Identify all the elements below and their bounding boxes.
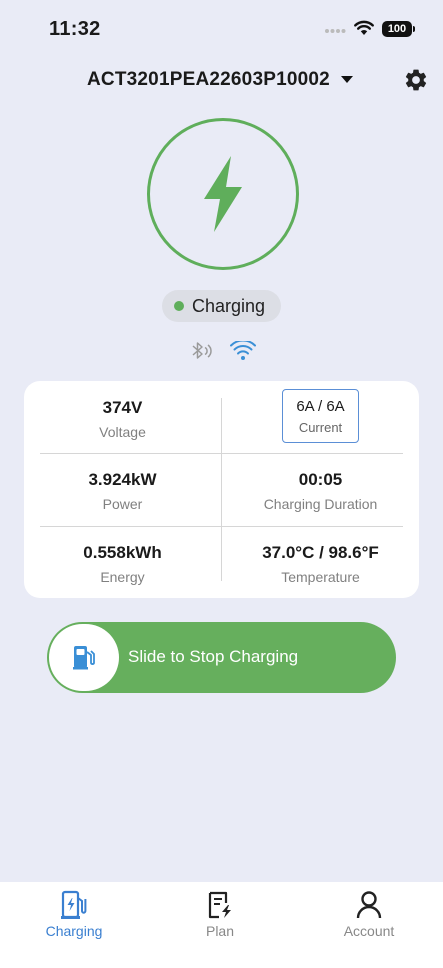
power-metric: 3.924kW Power [24,470,221,512]
power-label: Power [102,496,143,512]
status-bar: 11:32 100 [0,0,443,60]
fuel-pump-icon [73,646,95,670]
tab-charging[interactable]: Charging [19,882,129,939]
energy-metric: 0.558kWh Energy [24,543,221,585]
voltage-label: Voltage [99,424,146,440]
current-label: Current [298,420,343,435]
duration-value: 00:05 [298,470,343,489]
wifi-icon [354,20,374,35]
account-icon [356,891,382,919]
stop-charging-slider[interactable]: Slide to Stop Charging [47,622,396,693]
tab-charging-label: Charging [45,923,103,939]
charging-status-badge: Charging [162,290,281,322]
charging-indicator-ring [147,118,299,270]
device-name: ACT3201PEA22603P10002 [87,69,330,90]
duration-label: Charging Duration [263,496,378,512]
tab-account[interactable]: Account [314,882,424,939]
energy-label: Energy [100,569,145,585]
charging-status-label: Charging [192,296,266,316]
slider-label: Slide to Stop Charging [128,647,299,666]
bluetooth-icon [192,342,212,359]
tab-plan[interactable]: Plan [165,882,275,939]
energy-value: 0.558kWh [83,543,162,562]
voltage-value: 374V [102,398,143,417]
current-metric-button[interactable]: 6A / 6A Current [282,389,359,443]
battery-icon: 100 [382,21,412,37]
tab-account-label: Account [343,923,395,939]
device-selector[interactable]: ACT3201PEA22603P10002 [0,66,443,94]
signal-icon [325,29,346,33]
status-dot [174,301,184,311]
power-value: 3.924kW [88,470,157,489]
plan-icon [208,891,231,919]
charger-icon [61,890,87,919]
temperature-metric: 37.0°C / 98.6°F Temperature [222,543,419,585]
row-divider [40,526,403,527]
bottom-tab-bar: Charging Plan Account [0,882,443,968]
temperature-label: Temperature [281,569,360,585]
current-value: 6A / 6A [296,398,345,415]
tab-plan-label: Plan [205,923,235,939]
duration-metric: 00:05 Charging Duration [222,470,419,512]
lightning-bolt-icon [204,156,242,232]
row-divider [40,453,403,454]
temperature-value: 37.0°C / 98.6°F [262,543,379,562]
battery-nub [413,26,415,32]
voltage-metric: 374V Voltage [24,398,221,440]
wifi-connection-icon [230,341,256,360]
status-time: 11:32 [49,18,101,40]
slider-handle[interactable] [49,624,119,691]
dropdown-caret-icon [341,76,353,83]
gear-icon[interactable] [403,67,429,93]
metrics-card: 374V Voltage 6A / 6A Current 3.924kW Pow… [24,381,419,598]
